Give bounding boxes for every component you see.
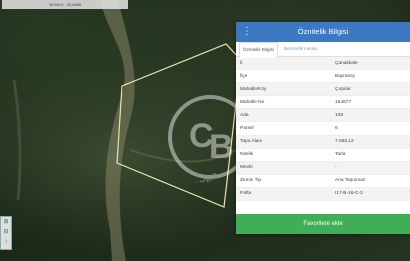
- add-to-favorites-button[interactable]: Favorilere ekle: [236, 214, 410, 234]
- table-row: Parsel 6: [236, 122, 410, 136]
- row-value: Çırpılar: [335, 86, 351, 92]
- row-value: Çanakkale: [335, 60, 358, 66]
- row-key: Mahalle/Köy: [240, 86, 267, 92]
- side-track: [129, 149, 237, 163]
- dirt-road: [100, 0, 135, 261]
- row-key: Ada: [240, 112, 249, 118]
- table-row: Pafta I17-B-16-C-3: [236, 187, 410, 202]
- parcel-boundary[interactable]: [116, 43, 242, 208]
- table-row: Ada 109: [236, 109, 410, 123]
- row-key: Mevki: [240, 165, 253, 171]
- coordinate-readout: 39.8513 , 26.6689: [2, 0, 128, 9]
- row-value: I17-B-16-C-3: [335, 191, 363, 197]
- table-row: Mevki -: [236, 161, 410, 175]
- attribute-panel: ⋮ Öznitelik Bilgisi Öznitelik Bilgisi Be…: [236, 22, 410, 234]
- row-key: İl: [240, 60, 243, 66]
- table-row: İl Çanakkale: [236, 57, 410, 71]
- row-key: İlçe: [240, 73, 248, 79]
- panel-title: Öznitelik Bilgisi: [297, 27, 349, 36]
- row-value: Tarla: [335, 152, 346, 158]
- attribute-table: İl Çanakkale İlçe Bayramiç Mahalle/Köy Çırp…: [236, 57, 410, 202]
- tab-attribute-info[interactable]: Öznitelik Bilgisi: [239, 42, 278, 58]
- map-controls[interactable]: ⊞ ⊟ ↕: [0, 216, 12, 250]
- row-key: Parsel: [240, 126, 254, 132]
- tab-similarity[interactable]: Benzerlik Lesiso: [281, 42, 320, 56]
- panel-tabs: Öznitelik Bilgisi Benzerlik Lesiso: [236, 42, 410, 58]
- row-key: Mahalle No: [240, 99, 265, 105]
- row-value: 7.686,12: [335, 139, 354, 145]
- zoom-in-icon[interactable]: ⊞: [1, 217, 11, 227]
- panel-header: ⋮ Öznitelik Bilgisi: [236, 22, 410, 42]
- row-value: 109: [335, 112, 344, 118]
- row-key: Zemin Tip: [240, 178, 262, 184]
- zoom-out-icon[interactable]: ⊟: [1, 227, 11, 237]
- table-row: Mahalle/Köy Çırpılar: [236, 83, 410, 97]
- row-key: Nitelik: [240, 152, 254, 158]
- table-row: Mahalle No 154677: [236, 96, 410, 110]
- row-value: -: [335, 165, 337, 171]
- table-row: İlçe Bayramiç: [236, 70, 410, 84]
- pan-icon[interactable]: ↕: [1, 237, 11, 247]
- track-path: [12, 79, 22, 201]
- table-row: Tapu Alanı 7.686,12: [236, 135, 410, 149]
- row-value: Bayramiç: [335, 73, 355, 79]
- row-value: 154677: [335, 99, 352, 105]
- row-value: Ana Taşınmaz: [335, 178, 366, 184]
- row-key: Tapu Alanı: [240, 139, 263, 145]
- table-row: Zemin Tip Ana Taşınmaz: [236, 175, 410, 188]
- table-row: Nitelik Tarla: [236, 149, 410, 162]
- row-value: 6: [335, 126, 338, 132]
- row-key: Pafta: [240, 191, 252, 197]
